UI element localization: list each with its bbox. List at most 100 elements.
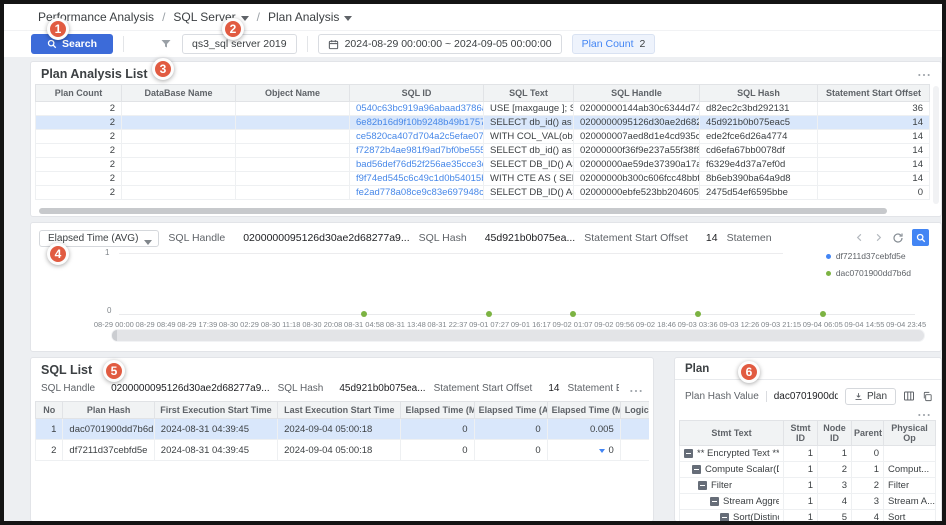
sql-list-fields: SQL Handle 0200000095126d30ae2d68277a9..…: [41, 383, 619, 394]
field-label: Statement Start Offset: [584, 232, 688, 244]
data-point[interactable]: [361, 311, 367, 317]
arrow-left-icon[interactable]: [854, 232, 865, 243]
plan-count-filter[interactable]: Plan Count 2: [572, 34, 656, 54]
filter-icon[interactable]: [160, 38, 172, 50]
more-menu-icon[interactable]: [917, 66, 931, 84]
breadcrumb-item-plan-analysis[interactable]: Plan Analysis: [268, 10, 352, 24]
collapse-icon[interactable]: [698, 481, 707, 490]
x-axis-tick: 09-04 14:55: [844, 320, 884, 329]
sql-id-link[interactable]: bad56def76d52f256ae35cce3d5bb3d3: [350, 158, 484, 172]
search-button[interactable]: Search: [31, 34, 113, 54]
plan-tree-row[interactable]: Stream Aggregate(Aggre... 1 4 3 Stream A…: [680, 494, 936, 510]
download-plan-button[interactable]: Plan: [845, 388, 896, 405]
sql-id-link[interactable]: fe2ad778a08ce9c83e697948c58d3b16: [350, 186, 484, 200]
column-header[interactable]: SQL Hash: [700, 85, 818, 102]
collapse-icon[interactable]: [710, 497, 719, 506]
horizontal-scrollbar[interactable]: [39, 208, 887, 214]
column-header[interactable]: Stmt ID: [784, 421, 818, 446]
x-axis-tick: 09-03 12:26: [719, 320, 759, 329]
legend-item[interactable]: dac0701900dd7b6d: [826, 268, 911, 278]
collapse-icon[interactable]: [720, 513, 729, 522]
x-axis-tick: 08-29 00:00: [94, 320, 134, 329]
table-row[interactable]: 2 f9f74ed545c6c49c1d0b54015bd1d81d WITH …: [36, 172, 930, 186]
table-row[interactable]: 2 f72872b4ae981f9ad7bf0be555f4ecf4 SELEC…: [36, 144, 930, 158]
data-point[interactable]: [486, 311, 492, 317]
column-header[interactable]: Stmt Text: [680, 421, 784, 446]
column-header[interactable]: SQL Handle: [574, 85, 700, 102]
sql-id-link[interactable]: 6e82b16d9f10b9248b49b1757c4088e4: [350, 116, 484, 130]
zoom-search-button[interactable]: [912, 229, 929, 246]
column-header[interactable]: Logical Reads (Min): [620, 402, 649, 419]
cell-stmt-id: 1: [784, 494, 818, 510]
data-point[interactable]: [695, 311, 701, 317]
cell-no: 1: [36, 419, 63, 440]
column-header[interactable]: Plan Hash: [63, 402, 154, 419]
table-row-selected[interactable]: 1 dac0701900dd7b6d 2024-08-31 04:39:45 2…: [36, 419, 650, 440]
range-left-handle[interactable]: [112, 330, 117, 341]
more-menu-icon[interactable]: [629, 382, 643, 400]
cell-stmt-id: 1: [784, 478, 818, 494]
date-range-picker[interactable]: 2024-08-29 00:00:00 ~ 2024-09-05 00:00:0…: [318, 34, 562, 54]
column-header[interactable]: Elapsed Time (Max): [547, 402, 620, 419]
collapse-icon[interactable]: [692, 465, 701, 474]
chart-legend: df7211d37cebfd5e dac0701900dd7b6d: [826, 251, 911, 278]
plan-tree-row[interactable]: ** Encrypted Text ** 1 1 0: [680, 446, 936, 462]
column-header[interactable]: SQL ID: [350, 85, 484, 102]
column-header[interactable]: Last Execution Start Time: [278, 402, 401, 419]
column-header[interactable]: First Execution Start Time: [154, 402, 277, 419]
data-point[interactable]: [570, 311, 576, 317]
plan-hash-row: Plan Hash Value dac0701900dd7b6d Plan: [685, 386, 933, 406]
column-header[interactable]: Elapsed Time (Avg): [474, 402, 547, 419]
column-header[interactable]: Elapsed Time (Min): [401, 402, 474, 419]
plan-tree-row[interactable]: Filter 1 3 2 Filter: [680, 478, 936, 494]
column-header[interactable]: No: [36, 402, 63, 419]
column-header[interactable]: Plan Count: [36, 85, 122, 102]
collapse-icon[interactable]: [684, 449, 693, 458]
download-plan-label: Plan: [867, 391, 887, 402]
table-row[interactable]: 2 df7211d37cebfd5e 2024-08-31 04:39:45 2…: [36, 440, 650, 461]
metric-select-value: Elapsed Time (AVG): [48, 233, 138, 244]
tab-plan[interactable]: Plan: [685, 363, 709, 375]
cell-node-id: 1: [818, 446, 852, 462]
table-row[interactable]: 2 0540c63bc919a96abaad3786a282adbc USE […: [36, 102, 930, 116]
arrow-right-icon[interactable]: [873, 232, 884, 243]
table-row[interactable]: 2 fe2ad778a08ce9c83e697948c58d3b16 SELEC…: [36, 186, 930, 200]
sql-id-link[interactable]: f72872b4ae981f9ad7bf0be555f4ecf4: [350, 144, 484, 158]
cell-stmt-id: 1: [784, 462, 818, 478]
copy-icon[interactable]: [922, 391, 933, 402]
column-header[interactable]: SQL Text: [484, 85, 574, 102]
columns-layout-icon[interactable]: [903, 390, 915, 402]
legend-item[interactable]: df7211d37cebfd5e: [826, 251, 911, 261]
column-header[interactable]: DataBase Name: [122, 85, 236, 102]
vertical-scrollbar[interactable]: [933, 86, 939, 204]
sql-id-link[interactable]: 0540c63bc919a96abaad3786a282adbc: [350, 102, 484, 116]
table-row[interactable]: 2 bad56def76d52f256ae35cce3d5bb3d3 SELEC…: [36, 158, 930, 172]
cell-object: [236, 144, 350, 158]
cell-object: [236, 102, 350, 116]
x-axis-tick: 09-03 21:15: [761, 320, 801, 329]
column-header[interactable]: Statement Start Offset: [818, 85, 930, 102]
cell-database: [122, 158, 236, 172]
refresh-icon[interactable]: [892, 232, 904, 244]
plan-hash-value: dac0701900dd7b6d: [774, 391, 838, 402]
cell-et-avg: 0: [474, 419, 547, 440]
sql-id-link[interactable]: f9f74ed545c6c49c1d0b54015bd1d81d: [350, 172, 484, 186]
column-header[interactable]: Parent: [852, 421, 884, 446]
cell-database: [122, 116, 236, 130]
column-header[interactable]: Node ID: [818, 421, 852, 446]
chart-range-scrollbar[interactable]: [112, 330, 924, 341]
cell-object: [236, 116, 350, 130]
cell-node-id: 2: [818, 462, 852, 478]
column-header[interactable]: Object Name: [236, 85, 350, 102]
cell-first-exec: 2024-08-31 04:39:45: [154, 419, 277, 440]
sql-id-link[interactable]: ce5820ca407d704a2c5efae07e8a7c9e: [350, 130, 484, 144]
x-axis-tick: 09-02 09:56: [594, 320, 634, 329]
plan-tree-row[interactable]: Sort(Distinct Sort ORD... 1 5 4 Sort: [680, 510, 936, 523]
table-row-selected[interactable]: 2 6e82b16d9f10b9248b49b1757c4088e4 SELEC…: [36, 116, 930, 130]
cell-sql-text: SELECT DB_ID() AS database_...: [484, 186, 574, 200]
column-header[interactable]: Physical Op: [884, 421, 936, 446]
table-row[interactable]: 2 ce5820ca407d704a2c5efae07e8a7c9e WITH …: [36, 130, 930, 144]
data-point[interactable]: [820, 311, 826, 317]
plan-tree-row[interactable]: Compute Scalar(DEFINE:([Ex... 1 2 1 Comp…: [680, 462, 936, 478]
plan-hash-label: Plan Hash Value: [685, 391, 759, 402]
